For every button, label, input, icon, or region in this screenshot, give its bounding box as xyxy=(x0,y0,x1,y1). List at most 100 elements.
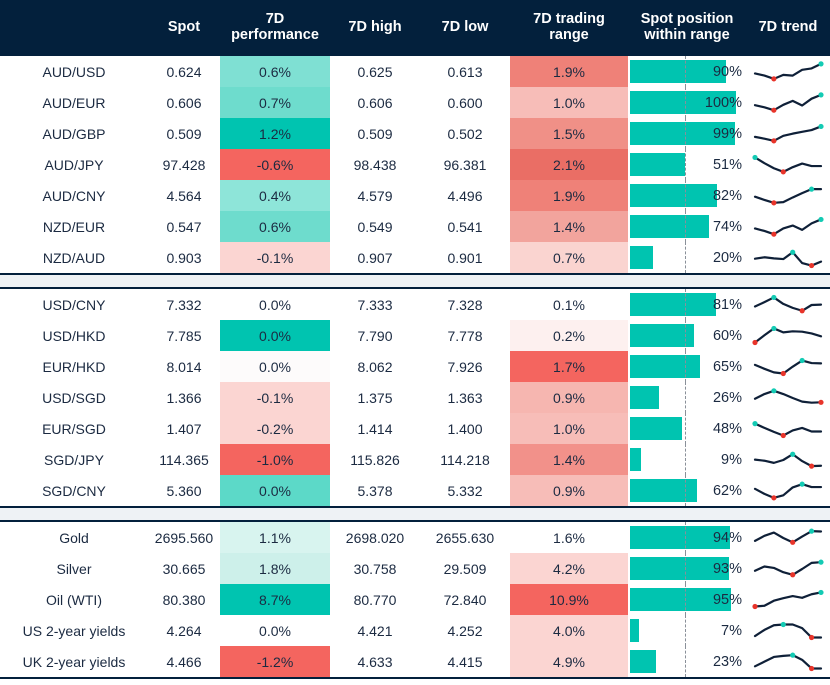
row-label: UK 2-year yields xyxy=(22,653,126,670)
cell-spot: 0.547 xyxy=(166,218,202,235)
cell-spot-position-within-range: 94% xyxy=(628,522,746,553)
cell-7d-high: 0.907 xyxy=(357,249,393,266)
position-percent-label: 62% xyxy=(712,482,742,499)
table-row[interactable]: Gold 2695.560 1.1% 2698.020 2655.630 1.6% 94% xyxy=(0,522,830,553)
sparkline-icon xyxy=(752,154,823,174)
table-row[interactable]: EUR/HKD 8.014 0.0% 8.062 7.926 1.7% 65% xyxy=(0,351,830,382)
cell-7d-trading-range: 1.0% xyxy=(510,87,628,118)
cell-7d-performance: -0.1% xyxy=(220,382,330,413)
cell-7d-low: 1.363 xyxy=(447,389,483,406)
sparkline-icon xyxy=(753,481,823,500)
cell-7d-trading-range: 2.1% xyxy=(510,149,628,180)
gridline xyxy=(685,180,686,211)
cell-7d-high: 0.606 xyxy=(357,94,393,111)
gridline xyxy=(685,242,686,273)
cell-7d-trading-range: 1.4% xyxy=(510,211,628,242)
table-row[interactable]: AUD/CNY 4.564 0.4% 4.579 4.496 1.9% 82% xyxy=(0,180,830,211)
sparkline-icon xyxy=(753,559,824,577)
cell-spot: 7.785 xyxy=(166,327,202,344)
cell-7d-high: 0.549 xyxy=(357,218,393,235)
cell-7d-high: 1.414 xyxy=(357,420,393,437)
table-row[interactable]: EUR/SGD 1.407 -0.2% 1.414 1.400 1.0% 48% xyxy=(0,413,830,444)
position-percent-label: 60% xyxy=(712,327,742,344)
position-bar xyxy=(630,184,718,207)
cell-spot: 80.380 xyxy=(162,591,206,608)
cell-7d-trend xyxy=(746,242,830,273)
table-row[interactable]: USD/HKD 7.785 0.0% 7.790 7.778 0.2% 60% xyxy=(0,320,830,351)
cell-spot: 8.014 xyxy=(166,358,202,375)
cell-spot-position-within-range: 65% xyxy=(628,351,746,382)
position-bar xyxy=(630,619,640,642)
position-percent-label: 48% xyxy=(712,420,742,437)
position-bar xyxy=(630,60,726,83)
table-row[interactable]: Silver 30.665 1.8% 30.758 29.509 4.2% 93% xyxy=(0,553,830,584)
column-header-low: 7D low xyxy=(441,18,489,35)
cell-7d-performance: 1.2% xyxy=(220,118,330,149)
table-row[interactable]: AUD/EUR 0.606 0.7% 0.606 0.600 1.0% 100% xyxy=(0,87,830,118)
cell-7d-trend xyxy=(746,320,830,351)
cell-7d-high: 4.421 xyxy=(357,622,393,639)
block-commodities: Gold 2695.560 1.1% 2698.020 2655.630 1.6% 94% S… xyxy=(0,520,830,679)
table-row[interactable]: NZD/AUD 0.903 -0.1% 0.907 0.901 0.7% 20% xyxy=(0,242,830,273)
table-row[interactable]: UK 2-year yields 4.466 -1.2% 4.633 4.415 4.9%… xyxy=(0,646,830,677)
table-row[interactable]: AUD/USD 0.624 0.6% 0.625 0.613 1.9% 90% xyxy=(0,56,830,87)
cell-7d-performance: 0.7% xyxy=(220,87,330,118)
table-row[interactable]: USD/CNY 7.332 0.0% 7.333 7.328 0.1% 81% xyxy=(0,289,830,320)
position-percent-label: 94% xyxy=(712,529,742,546)
gridline xyxy=(685,444,686,475)
table-row[interactable]: AUD/JPY 97.428 -0.6% 98.438 96.381 2.1% 51% xyxy=(0,149,830,180)
cell-7d-trading-range: 0.7% xyxy=(510,242,628,273)
cell-spot: 4.466 xyxy=(166,653,202,670)
gridline xyxy=(685,584,686,615)
cell-7d-trend xyxy=(746,118,830,149)
row-label: AUD/CNY xyxy=(42,187,106,204)
position-bar xyxy=(630,293,717,316)
row-label: EUR/HKD xyxy=(42,358,106,375)
position-percent-label: 51% xyxy=(712,156,742,173)
cell-7d-trend xyxy=(746,475,830,506)
position-bar xyxy=(630,479,697,502)
cell-7d-low: 1.400 xyxy=(447,420,483,437)
sparkline-icon xyxy=(753,357,823,376)
table-row[interactable]: NZD/EUR 0.547 0.6% 0.549 0.541 1.4% 74% xyxy=(0,211,830,242)
cell-7d-low: 4.415 xyxy=(447,653,483,670)
cell-7d-low: 72.840 xyxy=(443,591,487,608)
position-percent-label: 74% xyxy=(712,218,742,235)
cell-7d-trend xyxy=(746,180,830,211)
table-row[interactable]: AUD/GBP 0.509 1.2% 0.509 0.502 1.5% 99% xyxy=(0,118,830,149)
cell-7d-trading-range: 4.9% xyxy=(510,646,628,677)
sparkline-icon xyxy=(753,123,824,143)
table-row[interactable]: SGD/CNY 5.360 0.0% 5.378 5.332 0.9% 62% xyxy=(0,475,830,506)
cell-7d-performance: 0.0% xyxy=(220,320,330,351)
position-percent-label: 95% xyxy=(712,591,742,608)
cell-7d-high: 2698.020 xyxy=(345,529,405,546)
cell-7d-trading-range: 4.0% xyxy=(510,615,628,646)
cell-spot-position-within-range: 90% xyxy=(628,56,746,87)
cell-7d-high: 5.378 xyxy=(357,482,393,499)
gridline xyxy=(685,56,686,87)
table-row[interactable]: Oil (WTI) 80.380 8.7% 80.770 72.840 10.9% 95% xyxy=(0,584,830,615)
cell-spot: 97.428 xyxy=(162,156,206,173)
table-header-row: Spot 7D performance 7D high 7D low 7D tradin… xyxy=(0,0,830,54)
table-row[interactable]: USD/SGD 1.366 -0.1% 1.375 1.363 0.9% 26% xyxy=(0,382,830,413)
row-label: SGD/JPY xyxy=(44,451,104,468)
cell-7d-trend xyxy=(746,149,830,180)
cell-7d-trading-range: 1.9% xyxy=(510,56,628,87)
gridline xyxy=(685,87,686,118)
cell-7d-trend xyxy=(746,522,830,553)
cell-7d-low: 5.332 xyxy=(447,482,483,499)
cell-7d-performance: 0.6% xyxy=(220,211,330,242)
table-row[interactable]: SGD/JPY 114.365 -1.0% 115.826 114.218 1.4% 9% xyxy=(0,444,830,475)
cell-7d-performance: 0.0% xyxy=(220,289,330,320)
sparkline-icon xyxy=(753,528,823,545)
cell-7d-trading-range: 0.9% xyxy=(510,475,628,506)
cell-7d-trend xyxy=(746,87,830,118)
position-percent-label: 20% xyxy=(712,249,742,266)
column-header-high: 7D high xyxy=(348,18,402,35)
cell-7d-trend xyxy=(746,444,830,475)
table-row[interactable]: US 2-year yields 4.264 0.0% 4.421 4.252 4.0% 7… xyxy=(0,615,830,646)
cell-7d-low: 7.778 xyxy=(447,327,483,344)
block-usd-asia: USD/CNY 7.332 0.0% 7.333 7.328 0.1% 81% USD/HKD… xyxy=(0,287,830,508)
row-label: SGD/CNY xyxy=(42,482,106,499)
cell-7d-performance: 0.0% xyxy=(220,615,330,646)
